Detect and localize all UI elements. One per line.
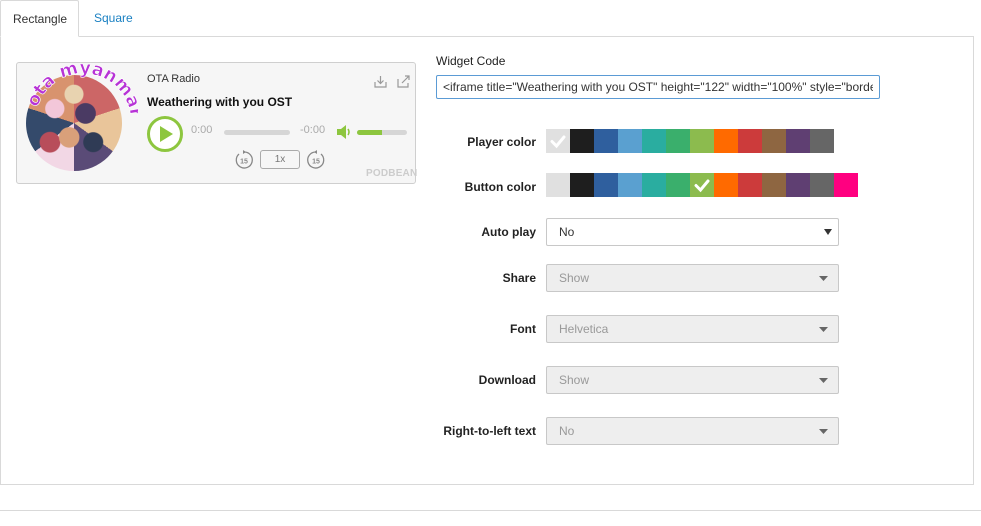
play-button[interactable] — [147, 116, 183, 152]
player-color-swatch[interactable] — [594, 129, 618, 153]
player-color-swatch[interactable] — [738, 129, 762, 153]
remaining-time: -0:00 — [300, 124, 326, 136]
current-time: 0:00 — [191, 124, 213, 136]
button-color-swatch[interactable] — [690, 173, 714, 197]
button-color-swatches — [546, 173, 858, 197]
svg-text:ota myanmar: ota myanmar — [23, 64, 138, 119]
button-color-swatch[interactable] — [762, 173, 786, 197]
progress-bar[interactable] — [224, 130, 290, 135]
episode-title: Weathering with you OST — [147, 95, 293, 109]
player-color-swatch[interactable] — [810, 129, 834, 153]
tab-bar: Rectangle Square — [0, 0, 975, 37]
download-select[interactable]: Show — [546, 366, 839, 394]
skip-back-label: 15 — [240, 159, 248, 166]
cover-logo-text: ota myanmar — [23, 64, 138, 119]
rtl-text-select[interactable]: No — [546, 417, 839, 445]
playback-speed-button[interactable]: 1x — [260, 150, 300, 169]
volume-level — [357, 130, 382, 135]
player-color-swatches — [546, 129, 834, 153]
share-value: Show — [559, 271, 590, 285]
checkmark-icon — [550, 135, 566, 149]
volume-slider[interactable] — [357, 130, 407, 135]
auto-play-value: No — [559, 225, 575, 239]
checkmark-icon — [694, 179, 710, 193]
caret-down-icon — [819, 276, 828, 281]
share-icon[interactable] — [396, 74, 411, 89]
volume-icon[interactable] — [336, 124, 352, 140]
tab-square[interactable]: Square — [82, 0, 145, 37]
button-color-swatch[interactable] — [738, 173, 762, 197]
player-color-swatch[interactable] — [786, 129, 810, 153]
caret-down-icon — [824, 229, 832, 235]
caret-down-icon — [819, 429, 828, 434]
download-icon[interactable] — [373, 74, 388, 89]
button-color-swatch[interactable] — [546, 173, 570, 197]
skip-forward-label: 15 — [312, 159, 320, 166]
button-color-swatch[interactable] — [618, 173, 642, 197]
cover-text: ota myanmar — [23, 64, 138, 119]
player-color-swatch[interactable] — [570, 129, 594, 153]
rtl-text-label: Right-to-left text — [443, 424, 536, 438]
caret-down-icon — [819, 378, 828, 383]
button-color-swatch[interactable] — [666, 173, 690, 197]
share-label: Share — [502, 271, 536, 285]
button-color-swatch[interactable] — [786, 173, 810, 197]
font-value: Helvetica — [559, 322, 609, 336]
button-color-swatch[interactable] — [642, 173, 666, 197]
player-color-swatch[interactable] — [618, 129, 642, 153]
player-color-swatch[interactable] — [762, 129, 786, 153]
player-color-swatch[interactable] — [666, 129, 690, 153]
button-color-swatch[interactable] — [810, 173, 834, 197]
font-label: Font — [510, 322, 536, 336]
player-color-swatch[interactable] — [642, 129, 666, 153]
rtl-text-value: No — [559, 424, 575, 438]
share-select[interactable]: Show — [546, 264, 839, 292]
caret-down-icon — [819, 327, 828, 332]
widget-code-label: Widget Code — [436, 54, 506, 68]
tab-rectangle[interactable]: Rectangle — [0, 0, 79, 37]
skip-forward-icon[interactable]: 15 — [306, 150, 326, 170]
button-color-swatch[interactable] — [834, 173, 858, 197]
player-color-swatch[interactable] — [714, 129, 738, 153]
player-color-swatch[interactable] — [690, 129, 714, 153]
divider — [0, 510, 981, 511]
widget-code-input[interactable] — [436, 75, 880, 99]
skip-back-icon[interactable]: 15 — [234, 150, 254, 170]
play-icon — [160, 126, 173, 142]
player-color-swatch[interactable] — [546, 129, 570, 153]
station-name: OTA Radio — [147, 73, 200, 85]
download-value: Show — [559, 373, 590, 387]
podbean-logo: PODBEAN — [366, 168, 418, 179]
auto-play-label: Auto play — [481, 225, 536, 239]
button-color-label: Button color — [464, 180, 536, 194]
download-label: Download — [478, 373, 536, 387]
button-color-swatch[interactable] — [714, 173, 738, 197]
font-select[interactable]: Helvetica — [546, 315, 839, 343]
button-color-swatch[interactable] — [594, 173, 618, 197]
player-color-label: Player color — [467, 135, 536, 149]
button-color-swatch[interactable] — [570, 173, 594, 197]
auto-play-select[interactable]: No — [546, 218, 839, 246]
